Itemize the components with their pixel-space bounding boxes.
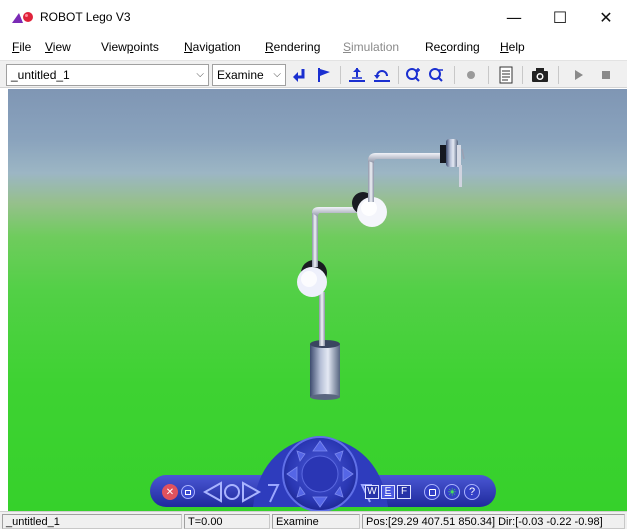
menu-file[interactable]: File: [12, 40, 31, 54]
menu-navigation[interactable]: Navigation: [184, 40, 241, 54]
camera-icon[interactable]: [530, 65, 550, 85]
viewpoint-home-icon[interactable]: [222, 482, 242, 502]
mode-select[interactable]: Examine ⌵: [212, 64, 286, 86]
record-dot-icon[interactable]: [461, 65, 481, 85]
toolbar-separator: [454, 66, 455, 84]
3d-viewport[interactable]: ✕ W E F ☀ ?: [8, 89, 627, 511]
headlight-icon[interactable]: ☀: [444, 484, 460, 500]
toolbar-separator: [522, 66, 523, 84]
minimize-panel-icon[interactable]: [181, 485, 195, 499]
status-position: Pos:[29.29 407.51 850.34] Dir:[-0.03 -0.…: [362, 514, 625, 529]
document-icon[interactable]: [496, 65, 516, 85]
toolbar-separator: [558, 66, 559, 84]
chevron-down-icon: ⌵: [273, 69, 281, 80]
menu-bar: File View Viewpoints Navigation Renderin…: [0, 36, 627, 58]
toolbar-separator: [340, 66, 341, 84]
play-icon[interactable]: [569, 65, 589, 85]
close-panel-icon[interactable]: ✕: [162, 484, 178, 500]
app-logo-icon: [12, 12, 33, 23]
walk-mode-button[interactable]: W: [365, 485, 379, 499]
fly-mode-button[interactable]: F: [397, 485, 411, 499]
flag-icon[interactable]: [314, 65, 334, 85]
next-viewpoint-icon[interactable]: [240, 481, 262, 503]
examine-mode-button[interactable]: E: [381, 485, 395, 499]
title-bar: ROBOT Lego V3 — ☐ ✕: [0, 0, 627, 36]
mode-select-value: Examine: [217, 68, 264, 82]
straighten-icon[interactable]: [424, 484, 440, 500]
close-button[interactable]: ✕: [583, 0, 627, 34]
stop-icon[interactable]: [596, 65, 616, 85]
chevron-down-icon: ⌵: [196, 69, 204, 80]
status-time: T=0.00: [184, 514, 270, 529]
status-mode: Examine: [272, 514, 360, 529]
menu-view[interactable]: View: [45, 40, 71, 54]
status-bar: _untitled_1 T=0.00 Examine Pos:[29.29 40…: [0, 511, 627, 529]
viewpoint-select[interactable]: _untitled_1 ⌵: [6, 64, 209, 86]
previous-viewpoint-icon[interactable]: [202, 481, 224, 503]
menu-rendering[interactable]: Rendering: [265, 40, 320, 54]
maximize-button[interactable]: ☐: [537, 0, 583, 34]
return-arrow-icon[interactable]: [289, 65, 309, 85]
navigation-panel-shape: [150, 436, 496, 511]
menu-viewpoints[interactable]: Viewpoints: [101, 40, 159, 54]
close-icon: ✕: [599, 7, 613, 27]
window-title: ROBOT Lego V3: [40, 10, 131, 24]
maximize-icon: ☐: [552, 7, 568, 27]
menu-help[interactable]: Help: [500, 40, 525, 54]
viewpoint-select-value: _untitled_1: [11, 68, 70, 82]
minimize-icon: —: [506, 7, 522, 27]
zoom-in-icon[interactable]: [404, 65, 424, 85]
menu-simulation[interactable]: Simulation: [343, 40, 399, 54]
help-icon[interactable]: ?: [464, 484, 480, 500]
align-icon[interactable]: [347, 65, 367, 85]
toolbar-separator: [398, 66, 399, 84]
undo-view-icon[interactable]: [372, 65, 392, 85]
minimize-button[interactable]: —: [491, 0, 537, 34]
toolbar-separator: [488, 66, 489, 84]
navigation-panel: ✕ W E F ☀ ?: [8, 89, 627, 511]
toolbar: _untitled_1 ⌵ Examine ⌵: [0, 60, 627, 88]
menu-recording[interactable]: Recording: [425, 40, 480, 54]
status-viewpoint: _untitled_1: [2, 514, 182, 529]
zoom-out-icon[interactable]: [427, 65, 447, 85]
